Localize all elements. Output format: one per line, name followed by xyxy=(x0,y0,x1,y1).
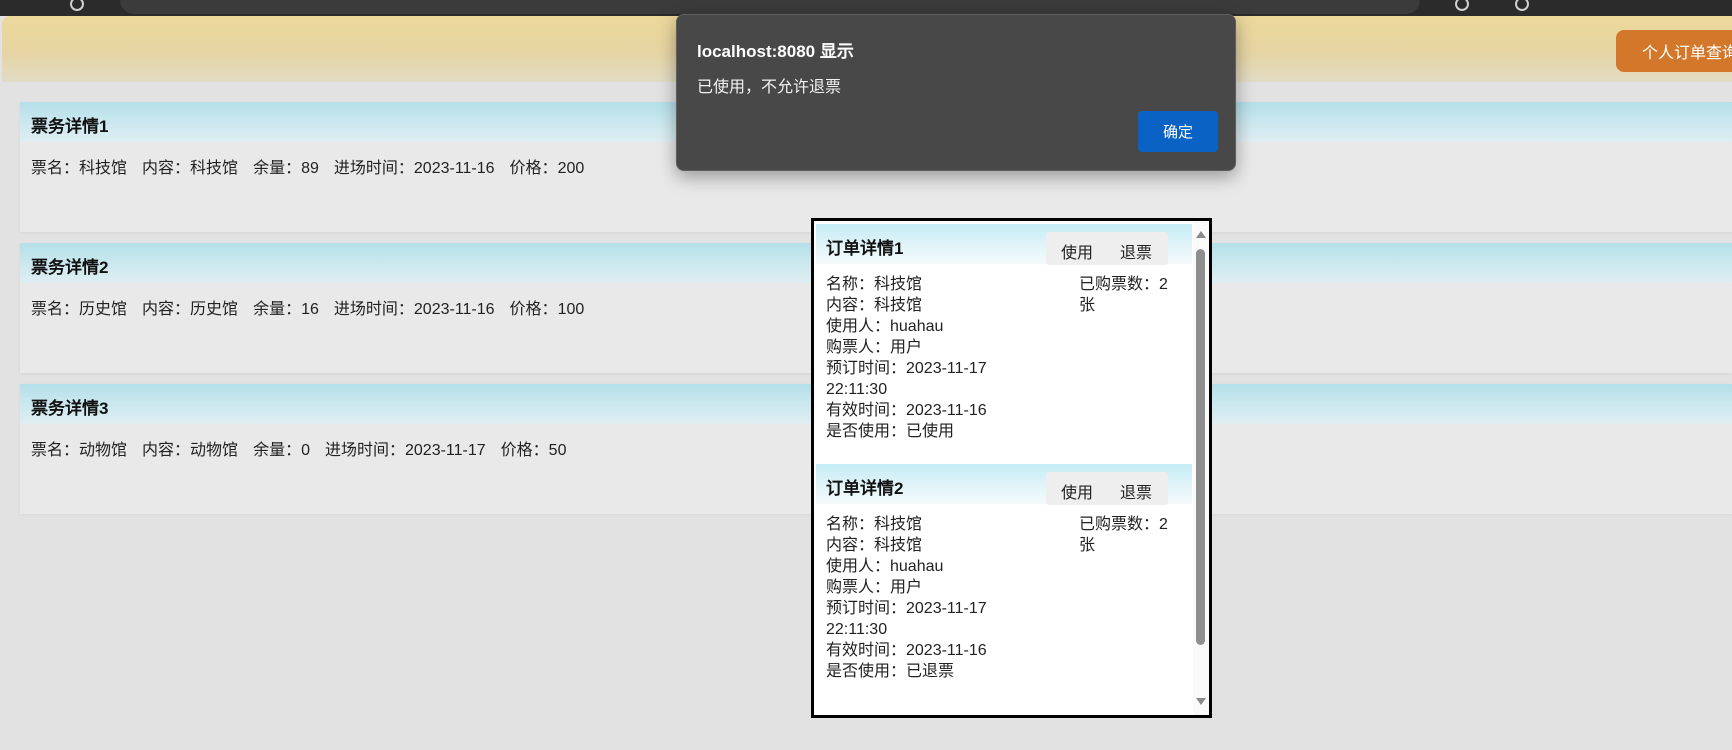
alert-dialog: localhost:8080 显示 已使用，不允许退票 确定 xyxy=(676,14,1236,171)
use-button[interactable]: 使用 xyxy=(1061,479,1093,503)
ticket-remaining: 余量：16 xyxy=(253,301,319,318)
order-purchased-count: 已购票数：2张 xyxy=(1079,516,1168,554)
order-actions: 使用 退票 xyxy=(1046,232,1168,265)
order-valid-time: 有效时间：2023-11-16 xyxy=(826,402,987,419)
order-details: 名称：科技馆 内容：科技馆 使用人：huahau 购票人：用户 预订时间：202… xyxy=(826,274,1056,442)
refresh-icon[interactable] xyxy=(70,0,84,11)
order-card: 订单详情1 使用 退票 名称：科技馆 内容：科技馆 使用人：huahau 购票人… xyxy=(816,224,1192,459)
scroll-up-arrow-icon[interactable] xyxy=(1196,231,1206,238)
ticket-content: 内容：科技馆 xyxy=(142,160,239,177)
alert-ok-button[interactable]: 确定 xyxy=(1138,111,1218,152)
order-used-status: 是否使用：已使用 xyxy=(826,423,955,440)
order-card-body: 名称：科技馆 内容：科技馆 使用人：huahau 购票人：用户 预订时间：202… xyxy=(816,504,1192,699)
order-actions: 使用 退票 xyxy=(1046,472,1168,505)
ticket-entry-time: 进场时间：2023-11-17 xyxy=(324,442,486,459)
use-button[interactable]: 使用 xyxy=(1061,239,1093,263)
order-card-header: 订单详情2 使用 退票 xyxy=(816,464,1192,505)
refund-button[interactable]: 退票 xyxy=(1120,479,1152,503)
scroll-down-arrow-icon[interactable] xyxy=(1196,698,1206,705)
ticket-price: 价格：50 xyxy=(500,442,567,459)
refund-button[interactable]: 退票 xyxy=(1120,239,1152,263)
alert-title: localhost:8080 显示 xyxy=(697,42,854,61)
ticket-remaining: 余量：89 xyxy=(253,160,319,177)
order-valid-time: 有效时间：2023-11-16 xyxy=(826,642,987,659)
ticket-content: 内容：动物馆 xyxy=(142,442,239,459)
address-bar[interactable] xyxy=(120,0,1420,14)
order-buyer: 购票人：用户 xyxy=(826,339,923,356)
order-title: 订单详情1 xyxy=(826,239,904,258)
order-used-status: 是否使用：已退票 xyxy=(826,663,955,680)
order-query-button[interactable]: 个人订单查询 xyxy=(1616,30,1732,72)
order-user: 使用人：huahau xyxy=(826,558,944,575)
order-card-header: 订单详情1 使用 退票 xyxy=(816,224,1192,265)
ticket-price: 价格：200 xyxy=(509,160,585,177)
order-title: 订单详情2 xyxy=(826,479,904,498)
order-scrollbar[interactable] xyxy=(1193,221,1209,715)
order-card: 订单详情2 使用 退票 名称：科技馆 内容：科技馆 使用人：huahau 购票人… xyxy=(816,464,1192,699)
ticket-price: 价格：100 xyxy=(509,301,585,318)
ticket-entry-time: 进场时间：2023-11-16 xyxy=(333,160,495,177)
ticket-remaining: 余量：0 xyxy=(253,442,310,459)
ticket-name: 票名：动物馆 xyxy=(31,442,128,459)
alert-message: 已使用，不允许退票 xyxy=(697,79,842,96)
scroll-thumb[interactable] xyxy=(1196,249,1205,645)
order-content: 内容：科技馆 xyxy=(826,297,923,314)
order-user: 使用人：huahau xyxy=(826,318,944,335)
order-content: 内容：科技馆 xyxy=(826,537,923,554)
ticket-name: 票名：科技馆 xyxy=(31,160,128,177)
extensions-icon[interactable] xyxy=(1455,0,1469,11)
order-name: 名称：科技馆 xyxy=(826,516,923,533)
order-details: 名称：科技馆 内容：科技馆 使用人：huahau 购票人：用户 预订时间：202… xyxy=(826,514,1056,682)
order-name: 名称：科技馆 xyxy=(826,276,923,293)
ticket-name: 票名：历史馆 xyxy=(31,301,128,318)
order-panel: 订单详情1 使用 退票 名称：科技馆 内容：科技馆 使用人：huahau 购票人… xyxy=(811,218,1212,718)
order-list[interactable]: 订单详情1 使用 退票 名称：科技馆 内容：科技馆 使用人：huahau 购票人… xyxy=(814,221,1192,715)
order-booking-time: 预订时间：2023-11-17 22:11:30 xyxy=(826,600,987,638)
order-booking-time: 预订时间：2023-11-17 22:11:30 xyxy=(826,360,987,398)
order-purchased-count: 已购票数：2张 xyxy=(1079,276,1168,314)
order-buyer: 购票人：用户 xyxy=(826,579,923,596)
order-card-body: 名称：科技馆 内容：科技馆 使用人：huahau 购票人：用户 预订时间：202… xyxy=(816,264,1192,459)
ticket-entry-time: 进场时间：2023-11-16 xyxy=(333,301,495,318)
ticket-content: 内容：历史馆 xyxy=(142,301,239,318)
settings-icon[interactable] xyxy=(1515,0,1529,11)
